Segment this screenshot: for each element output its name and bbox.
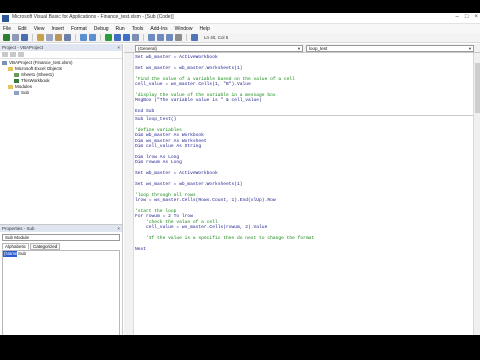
maximize-button[interactable]: □: [465, 14, 469, 20]
menu-window[interactable]: Window: [175, 26, 193, 32]
toolbar-separator: [32, 34, 33, 41]
menu-format[interactable]: Format: [71, 26, 87, 32]
redo-icon[interactable]: [89, 34, 96, 41]
find-icon[interactable]: [64, 34, 71, 41]
menu-tools[interactable]: Tools: [132, 26, 144, 32]
minimize-button[interactable]: –: [456, 14, 459, 20]
view-object-icon[interactable]: [10, 52, 16, 57]
module-icon: [14, 91, 19, 95]
excel-view-icon[interactable]: [3, 34, 10, 41]
properties-tabs: Alphabetic Categorized: [0, 243, 122, 250]
menu-help[interactable]: Help: [199, 26, 209, 32]
property-key: (Name): [3, 251, 20, 257]
insert-module-icon[interactable]: [12, 34, 19, 41]
menu-edit[interactable]: Edit: [18, 26, 27, 32]
menu-view[interactable]: View: [34, 26, 45, 32]
project-explorer-icon[interactable]: [148, 34, 155, 41]
procedure-select[interactable]: loop_test ▼: [306, 45, 474, 52]
project-pane-title: Project - VBAProject ×: [0, 44, 122, 51]
chevron-down-icon: ▼: [297, 46, 301, 51]
toolbar-separator: [186, 34, 187, 41]
cursor-position: Ln 40, Col 5: [204, 35, 229, 40]
procedure-separator: [135, 115, 473, 117]
toolbox-icon[interactable]: [175, 34, 182, 41]
procedure-select-value: loop_test: [309, 46, 328, 51]
title-bar: Microsoft Visual Basic for Applications …: [0, 13, 480, 24]
tree-item-label: Sub: [21, 90, 30, 95]
menu-add-ins[interactable]: Add-Ins: [150, 26, 167, 32]
properties-window: Properties - Sub × Sub Module Alphabetic…: [0, 224, 123, 335]
menu-bar: File Edit View Insert Format Debug Run Tools Add…: [0, 24, 480, 33]
close-pane-button[interactable]: ×: [117, 44, 120, 51]
close-pane-button[interactable]: ×: [117, 225, 120, 232]
undo-icon[interactable]: [80, 34, 87, 41]
menu-file[interactable]: File: [3, 26, 11, 32]
run-icon[interactable]: [105, 34, 112, 41]
help-icon[interactable]: [191, 34, 198, 41]
object-select-value: (General): [138, 46, 158, 51]
paste-icon[interactable]: [55, 34, 62, 41]
tab-categorized[interactable]: Categorized: [30, 243, 61, 250]
copy-icon[interactable]: [46, 34, 53, 41]
break-icon[interactable]: [114, 34, 121, 41]
view-code-icon[interactable]: [2, 52, 8, 57]
code-line[interactable]: Next: [135, 247, 473, 252]
object-dropdown[interactable]: Sub Module: [2, 234, 120, 241]
properties-window-icon[interactable]: [157, 34, 164, 41]
toggle-folders-icon[interactable]: [18, 52, 24, 57]
folder-icon: [8, 67, 13, 71]
folder-icon: [8, 85, 13, 89]
standard-toolbar: Ln 40, Col 5: [0, 33, 480, 43]
menu-debug[interactable]: Debug: [94, 26, 109, 32]
code-selectors: (General) ▼ loop_test ▼: [124, 44, 480, 53]
scrollbar-thumb[interactable]: [475, 63, 480, 113]
design-mode-icon[interactable]: [132, 34, 139, 41]
menu-insert[interactable]: Insert: [51, 26, 64, 32]
project-tree: VBAProject (Finance_test.xlsm) Microsoft …: [0, 59, 122, 97]
video-frame: Microsoft Visual Basic for Applications …: [0, 0, 480, 360]
vertical-scrollbar[interactable]: [473, 53, 480, 335]
sheet-icon: [14, 79, 19, 83]
close-button[interactable]: ×: [474, 14, 478, 20]
code-line[interactable]: End Sub: [135, 109, 473, 114]
project-pane-title-text: Project - VBAProject: [2, 45, 44, 50]
sheet-icon: [14, 73, 19, 77]
tree-item[interactable]: Sub: [2, 90, 120, 96]
save-icon[interactable]: [21, 34, 28, 41]
window-title: Microsoft Visual Basic for Applications …: [12, 14, 174, 20]
object-select[interactable]: (General) ▼: [135, 45, 303, 52]
code-window: (General) ▼ loop_test ▼ Set wb_master = …: [124, 44, 480, 335]
project-icon: [2, 61, 7, 65]
vba-app-icon: [2, 15, 9, 22]
object-browser-icon[interactable]: [166, 34, 173, 41]
reset-icon[interactable]: [123, 34, 130, 41]
code-margin[interactable]: [124, 53, 134, 335]
property-value[interactable]: Sub: [17, 251, 119, 257]
tab-alphabetic[interactable]: Alphabetic: [2, 243, 30, 250]
properties-grid: (Name) Sub: [2, 250, 120, 335]
code-editor[interactable]: Set wb_master = ActiveWorkbook Set ws_mas…: [135, 53, 473, 335]
property-row[interactable]: (Name) Sub: [3, 251, 119, 257]
vba-editor-window: Microsoft Visual Basic for Applications …: [0, 13, 480, 335]
properties-pane-title-text: Properties - Sub: [2, 226, 35, 231]
toolbar-separator: [143, 34, 144, 41]
toolbar-separator: [100, 34, 101, 41]
chevron-down-icon: ▼: [468, 46, 472, 51]
cut-icon[interactable]: [37, 34, 44, 41]
properties-pane-title: Properties - Sub ×: [0, 225, 122, 232]
project-toolbar: [0, 51, 122, 59]
menu-run[interactable]: Run: [116, 26, 125, 32]
toolbar-separator: [75, 34, 76, 41]
window-controls: – □ ×: [456, 14, 478, 20]
project-explorer: Project - VBAProject × VBAProject (Finan…: [0, 44, 123, 224]
